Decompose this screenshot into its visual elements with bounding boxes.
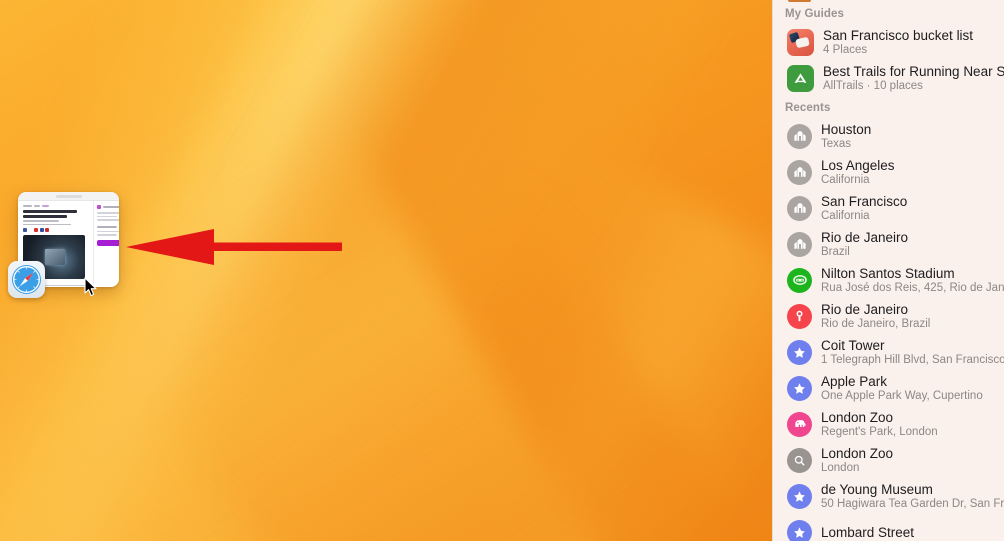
add-label: Add: [821, 0, 845, 2]
recent-item-title: Coit Tower: [821, 337, 885, 353]
thumbnail-ad-subheading: [97, 225, 119, 228]
thumbnail-social-icons: [23, 228, 89, 233]
recent-item[interactable]: Apple Park One Apple Park Way, Cupertino: [773, 370, 1004, 406]
guide-subtitle: 4 Places: [823, 43, 868, 56]
map-pin-icon: [787, 303, 812, 329]
star-glyph: [794, 346, 805, 358]
section-header-recents: Recents: [785, 102, 831, 114]
alltrails-logo-icon: [787, 64, 814, 92]
recent-item-subtitle: Regent's Park, London: [821, 425, 938, 438]
thumbnail-byline: [23, 220, 89, 226]
section-header-my-guides: My Guides: [785, 8, 845, 20]
recent-item-subtitle: Texas: [821, 137, 852, 150]
thumbnail-titlebar: [18, 192, 119, 201]
recent-item-title: London Zoo: [821, 445, 894, 461]
guide-title: San Francisco bucket list: [823, 27, 974, 43]
star-favorite-icon: [787, 519, 812, 541]
recent-item[interactable]: Nilton Santos Stadium Rua José dos Reis, …: [773, 262, 1004, 298]
recent-item[interactable]: de Young Museum 50 Hagiwara Tea Garden Dr…: [773, 478, 1004, 514]
guide-item-best-trails[interactable]: Best Trails for Running Near SF AllTrail…: [773, 60, 1004, 96]
map-pin-glyph: [796, 310, 803, 321]
city-icon: [787, 195, 812, 221]
recent-item[interactable]: Coit Tower 1 Telegraph Hill Blvd, San Fra…: [773, 334, 1004, 370]
thumbnail-kicker: [23, 205, 89, 207]
recent-item-title: San Francisco: [821, 193, 908, 209]
recent-item-title: Los Angeles: [821, 157, 895, 173]
star-glyph: [794, 526, 805, 538]
stadium-icon: [787, 267, 812, 293]
recent-item-subtitle: Brazil: [821, 245, 850, 258]
safari-compass-icon[interactable]: [8, 261, 45, 298]
magnifier-glyph: [794, 455, 805, 465]
thumbnail-sidebar-ad: [93, 201, 119, 287]
guide-item-sf-bucket-list[interactable]: San Francisco bucket list 4 Places: [773, 24, 1004, 60]
thumbnail-url-pill: [55, 194, 82, 198]
thumbnail-ad-heading: [97, 205, 119, 209]
star-glyph: [794, 382, 805, 394]
recent-item-subtitle: One Apple Park Way, Cupertino: [821, 389, 983, 402]
thumbnail-ad-cta-button: [97, 239, 119, 246]
city-icon: [787, 123, 812, 149]
recent-item-subtitle: California: [821, 173, 870, 186]
recent-item-title: Nilton Santos Stadium: [821, 265, 955, 281]
city-icon: [787, 231, 812, 257]
recent-item[interactable]: London Zoo Regent's Park, London: [773, 406, 1004, 442]
guide-title: Best Trails for Running Near SF: [823, 63, 1004, 79]
recent-item-title: Lombard Street: [821, 524, 915, 540]
star-glyph: [794, 490, 805, 502]
thumbnail-ad-text: [97, 212, 119, 221]
recent-item-subtitle: 50 Hagiwara Tea Garden Dr, San Fran: [821, 497, 1004, 510]
recent-item[interactable]: Los Angeles California: [773, 154, 1004, 190]
thumbnail-headline: [23, 210, 89, 218]
mouse-pointer: [84, 277, 97, 297]
recent-item-subtitle: Rio de Janeiro, Brazil: [821, 317, 931, 330]
recent-item-title: Rio de Janeiro: [821, 301, 909, 317]
recent-item-title: Rio de Janeiro: [821, 229, 909, 245]
recent-item-subtitle: 1 Telegraph Hill Blvd, San Francisco: [821, 353, 1004, 366]
orange-circle-icon: [787, 0, 812, 2]
thumbnail-chip-graphic: [45, 249, 65, 266]
recent-item[interactable]: Rio de Janeiro Brazil: [773, 226, 1004, 262]
search-magnifier-icon: [787, 447, 812, 473]
city-glyph: [793, 166, 806, 177]
recent-item-title: de Young Museum: [821, 481, 933, 497]
city-glyph: [793, 202, 806, 213]
recent-item-subtitle: California: [821, 209, 870, 222]
recents-list: Houston Texas Los Angeles California San Fra…: [773, 118, 1004, 541]
guide-subtitle: AllTrails · 10 places: [823, 79, 923, 92]
alltrails-mountain-glyph: [794, 72, 807, 83]
guide-photo-thumbnail: [787, 28, 814, 56]
recent-item-subtitle: London: [821, 461, 860, 474]
star-favorite-icon: [787, 483, 812, 509]
recent-item[interactable]: Rio de Janeiro Rio de Janeiro, Brazil: [773, 298, 1004, 334]
recent-item-subtitle: Rua José dos Reis, 425, Rio de Jane: [821, 281, 1004, 294]
safari-compass-glyph: [11, 264, 42, 295]
star-favorite-icon: [787, 375, 812, 401]
zoo-elephant-icon: [787, 411, 812, 437]
stadium-glyph: [792, 275, 807, 285]
recent-item[interactable]: Lombard Street: [773, 514, 1004, 541]
recent-item-title: Houston: [821, 121, 872, 137]
recent-item[interactable]: Houston Texas: [773, 118, 1004, 154]
city-icon: [787, 159, 812, 185]
recent-item[interactable]: London Zoo London: [773, 442, 1004, 478]
elephant-glyph: [794, 420, 806, 428]
recent-item[interactable]: San Francisco California: [773, 190, 1004, 226]
recent-item-title: Apple Park: [821, 373, 888, 389]
star-favorite-icon: [787, 339, 812, 365]
recent-item-title: London Zoo: [821, 409, 894, 425]
city-glyph: [793, 130, 806, 141]
city-glyph: [793, 238, 806, 249]
maps-sidebar[interactable]: Add My Guides San Francisco bucket list …: [772, 0, 1004, 541]
thumbnail-ad-text-2: [97, 230, 119, 236]
red-left-arrow: [126, 229, 342, 265]
